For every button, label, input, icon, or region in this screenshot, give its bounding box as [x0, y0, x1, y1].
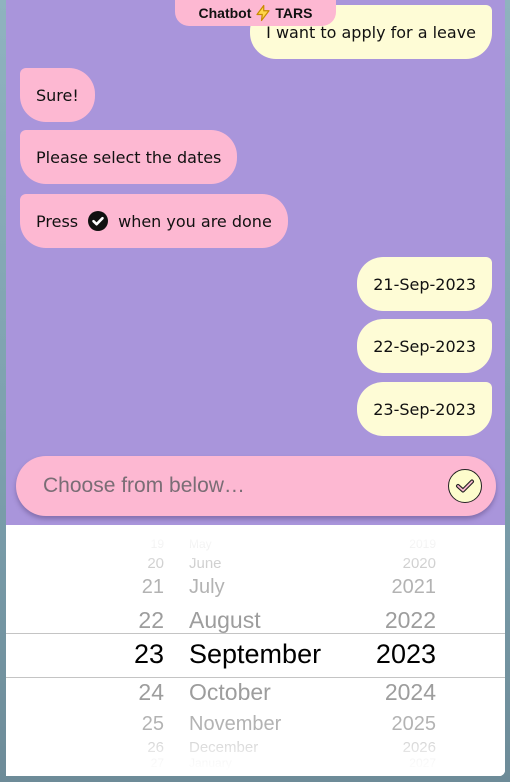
day-option[interactable]: 25 [124, 714, 164, 734]
check-circle-icon [88, 211, 109, 231]
message-text: 23-Sep-2023 [373, 399, 476, 419]
day-option[interactable]: 19 [124, 538, 164, 550]
user-message: 21-Sep-2023 [357, 257, 492, 311]
brand-name: TARS [275, 5, 313, 21]
chat-area: Chatbot TARS I want to apply for a leave… [6, 0, 505, 525]
date-picker[interactable]: 19 20 21 22 23 24 25 26 27 May June July August Sept… [6, 525, 505, 776]
chat-app: Chatbot TARS I want to apply for a leave… [6, 0, 505, 776]
input-bar [16, 456, 496, 516]
day-option[interactable]: 24 [124, 680, 164, 704]
month-option[interactable]: July [189, 577, 225, 597]
send-button[interactable] [448, 469, 482, 503]
year-option[interactable]: 2020 [366, 556, 436, 571]
message-text: 22-Sep-2023 [373, 336, 476, 356]
message-text: Sure! [36, 85, 79, 105]
month-option[interactable]: January [189, 757, 232, 769]
month-option-selected[interactable]: September [189, 640, 321, 668]
bot-message: Press when you are done [20, 194, 288, 248]
chat-input[interactable] [41, 473, 448, 499]
day-option[interactable]: 27 [124, 757, 164, 769]
day-option[interactable]: 20 [124, 556, 164, 571]
day-option-selected[interactable]: 23 [124, 640, 164, 668]
bot-message: Sure! [20, 68, 95, 122]
year-option[interactable]: 2025 [366, 714, 437, 734]
year-option-selected[interactable]: 2023 [366, 640, 436, 668]
message-text: when you are done [118, 211, 272, 231]
selection-line-top [6, 633, 505, 634]
user-message: 23-Sep-2023 [357, 382, 492, 436]
year-option[interactable]: 2027 [366, 757, 436, 769]
year-option[interactable]: 2024 [366, 680, 436, 704]
lightning-icon [256, 4, 271, 22]
message-text: Press [36, 211, 79, 231]
month-option[interactable]: December [189, 740, 258, 755]
month-option[interactable]: June [189, 556, 222, 571]
day-option[interactable]: 21 [124, 577, 164, 597]
month-option[interactable]: November [189, 714, 281, 734]
check-circle-icon [456, 479, 474, 493]
message-text: Please select the dates [36, 147, 222, 167]
user-message: 22-Sep-2023 [357, 319, 492, 373]
month-option[interactable]: August [189, 608, 261, 632]
year-option[interactable]: 2021 [366, 577, 437, 597]
message-text: 21-Sep-2023 [373, 274, 476, 294]
month-option[interactable]: October [189, 680, 271, 704]
day-option[interactable]: 26 [124, 740, 164, 755]
chat-header-badge: Chatbot TARS [175, 0, 336, 26]
bot-message: Please select the dates [20, 130, 238, 184]
year-option[interactable]: 2026 [366, 740, 436, 755]
year-option[interactable]: 2019 [366, 538, 436, 550]
year-option[interactable]: 2022 [366, 608, 436, 632]
month-option[interactable]: May [189, 538, 212, 550]
selection-line-bottom [6, 677, 505, 678]
bot-name: Chatbot [198, 5, 252, 21]
day-option[interactable]: 22 [124, 608, 164, 632]
